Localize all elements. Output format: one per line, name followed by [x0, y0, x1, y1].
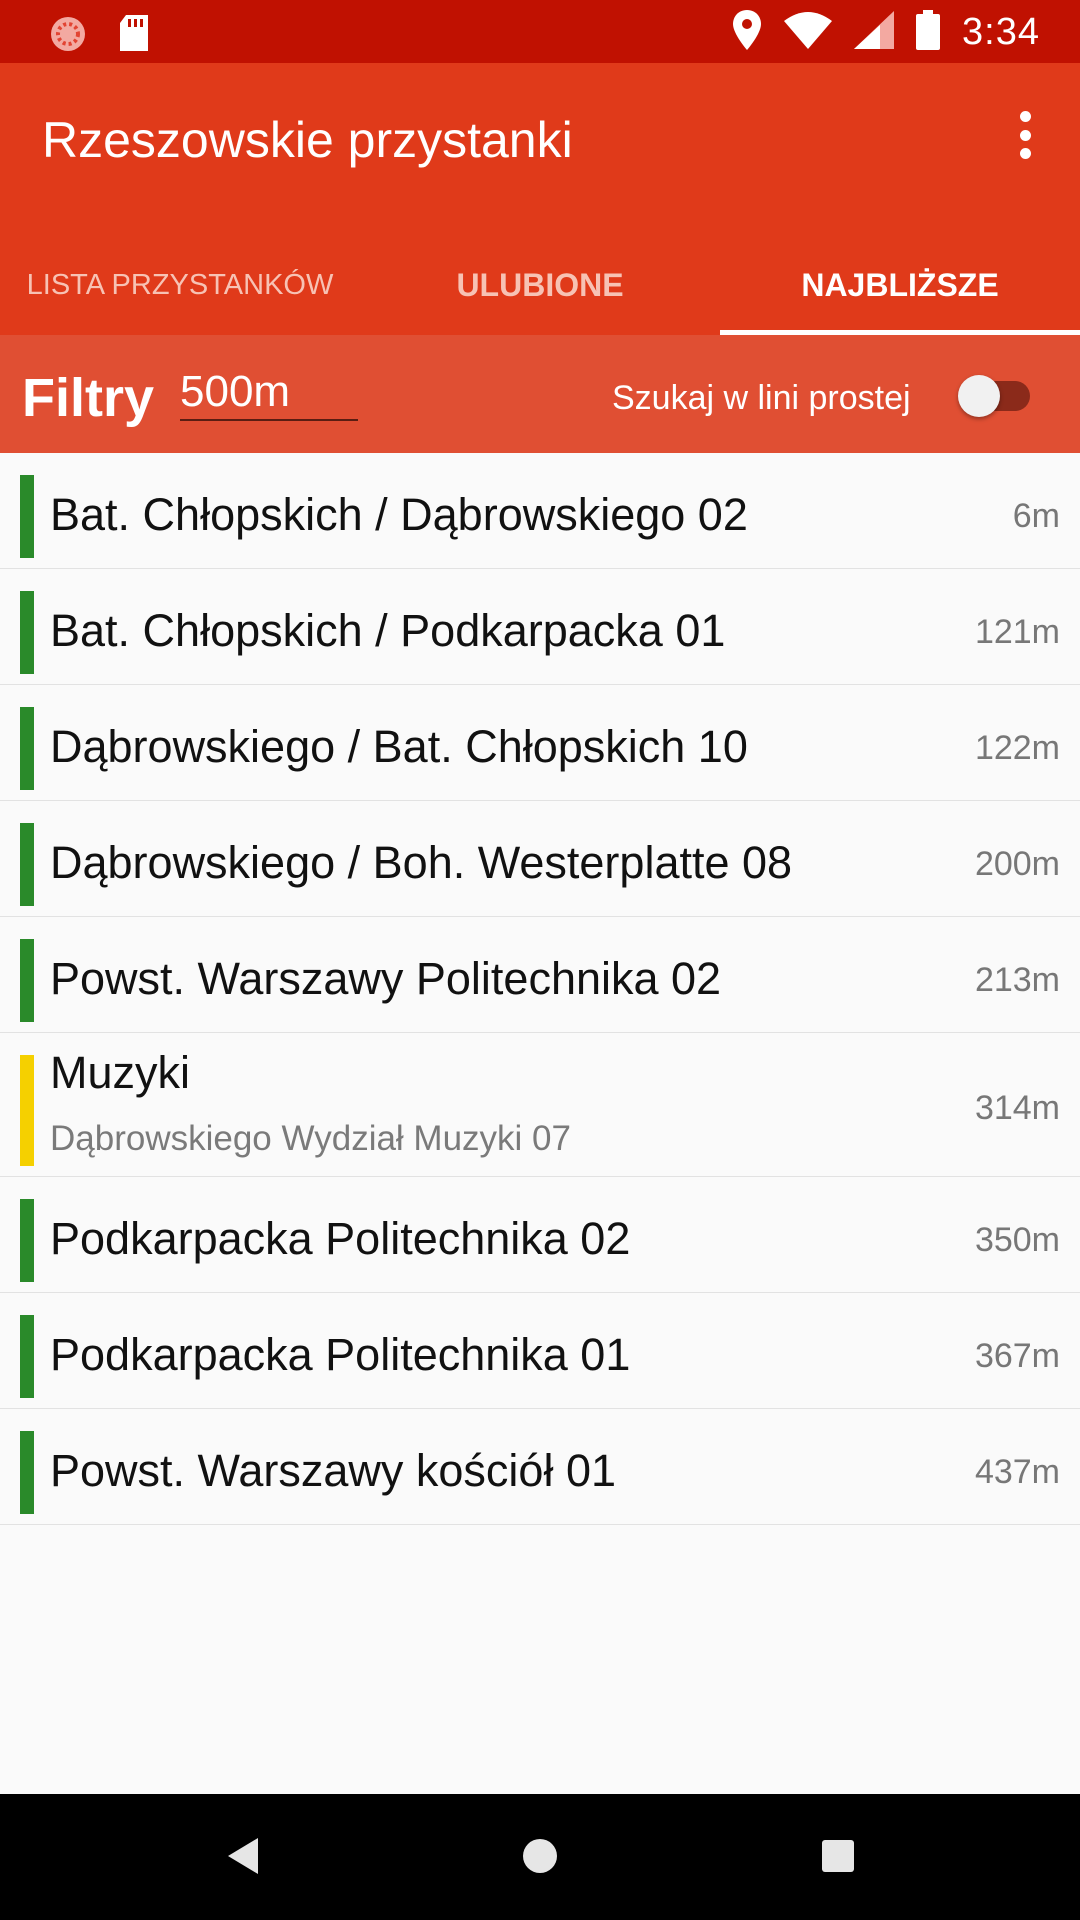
stop-name: Podkarpacka Politechnika 01 [50, 1329, 631, 1380]
line-color-bar [20, 591, 34, 674]
status-bar: 3:34 [0, 0, 1080, 63]
tab-stop-list[interactable]: LISTA PRZYSTANKÓW [0, 235, 360, 335]
stop-name: Powst. Warszawy kościół 01 [50, 1445, 616, 1496]
more-options-icon[interactable] [1010, 105, 1040, 165]
stop-list: Bat. Chłopskich / Dąbrowskiego 02 6m Bat… [0, 453, 1080, 1525]
stop-distance: 200m [974, 845, 1060, 883]
location-icon [732, 10, 762, 55]
stop-distance: 437m [974, 1453, 1060, 1491]
line-color-bar [20, 823, 34, 906]
tab-favorites[interactable]: ULUBIONE [360, 235, 720, 335]
line-color-bar [20, 475, 34, 558]
circle-notification-icon [48, 14, 88, 59]
straight-line-label: Szukaj w lini prostej [612, 379, 911, 417]
line-color-bar [20, 1315, 34, 1398]
stop-distance: 314m [974, 1089, 1060, 1127]
list-item[interactable]: Powst. Warszawy kościół 01 437m [0, 1409, 1080, 1525]
stop-name: Dąbrowskiego / Bat. Chłopskich 10 [50, 721, 748, 772]
stop-distance: 350m [974, 1221, 1060, 1259]
stop-name: Muzyki [50, 1047, 191, 1098]
tab-bar: LISTA PRZYSTANKÓW ULUBIONE NAJBLIŻSZE [0, 235, 1080, 335]
stop-name: Podkarpacka Politechnika 02 [50, 1213, 631, 1264]
line-color-bar [20, 707, 34, 790]
stop-distance: 6m [1012, 497, 1060, 535]
stop-name: Bat. Chłopskich / Dąbrowskiego 02 [50, 489, 748, 540]
app-title: Rzeszowskie przystanki [42, 112, 573, 168]
list-item[interactable]: Powst. Warszawy Politechnika 02 213m [0, 917, 1080, 1033]
list-item[interactable]: Bat. Chłopskich / Dąbrowskiego 02 6m [0, 453, 1080, 569]
stop-distance: 213m [974, 961, 1060, 999]
straight-line-toggle[interactable] [956, 375, 1040, 417]
home-icon[interactable] [518, 1834, 562, 1883]
list-item[interactable]: Bat. Chłopskich / Podkarpacka 01 121m [0, 569, 1080, 685]
stop-subtitle: Dąbrowskiego Wydział Muzyki 07 [50, 1119, 571, 1158]
list-item[interactable]: Muzyki Dąbrowskiego Wydział Muzyki 07 31… [0, 1033, 1080, 1177]
stop-name: Dąbrowskiego / Boh. Westerplatte 08 [50, 837, 793, 888]
list-item[interactable]: Dąbrowskiego / Boh. Westerplatte 08 200m [0, 801, 1080, 917]
stop-distance: 367m [974, 1337, 1060, 1375]
stop-distance: 121m [974, 613, 1060, 651]
clock: 3:34 [962, 11, 1040, 53]
app-bar: Rzeszowskie przystanki LISTA PRZYSTANKÓW… [0, 63, 1080, 335]
list-item[interactable]: Dąbrowskiego / Bat. Chłopskich 10 122m [0, 685, 1080, 801]
line-color-bar [20, 939, 34, 1022]
back-icon[interactable] [222, 1834, 266, 1883]
stop-name: Powst. Warszawy Politechnika 02 [50, 953, 722, 1004]
recents-icon[interactable] [816, 1834, 860, 1883]
stop-name: Bat. Chłopskich / Podkarpacka 01 [50, 605, 726, 656]
signal-icon [854, 11, 895, 54]
filter-bar: Filtry Szukaj w lini prostej [0, 335, 1080, 453]
list-item[interactable]: Podkarpacka Politechnika 01 367m [0, 1293, 1080, 1409]
wifi-icon [784, 11, 833, 54]
battery-icon [916, 10, 941, 55]
navigation-bar [0, 1794, 1080, 1920]
stop-distance: 122m [974, 729, 1060, 767]
tab-nearest[interactable]: NAJBLIŻSZE [720, 235, 1080, 335]
distance-input[interactable] [180, 365, 358, 421]
filter-label: Filtry [22, 368, 155, 428]
line-color-bar [20, 1431, 34, 1514]
sd-card-icon [118, 15, 150, 58]
line-color-bar [20, 1199, 34, 1282]
list-item[interactable]: Podkarpacka Politechnika 02 350m [0, 1177, 1080, 1293]
line-color-bar [20, 1055, 34, 1166]
